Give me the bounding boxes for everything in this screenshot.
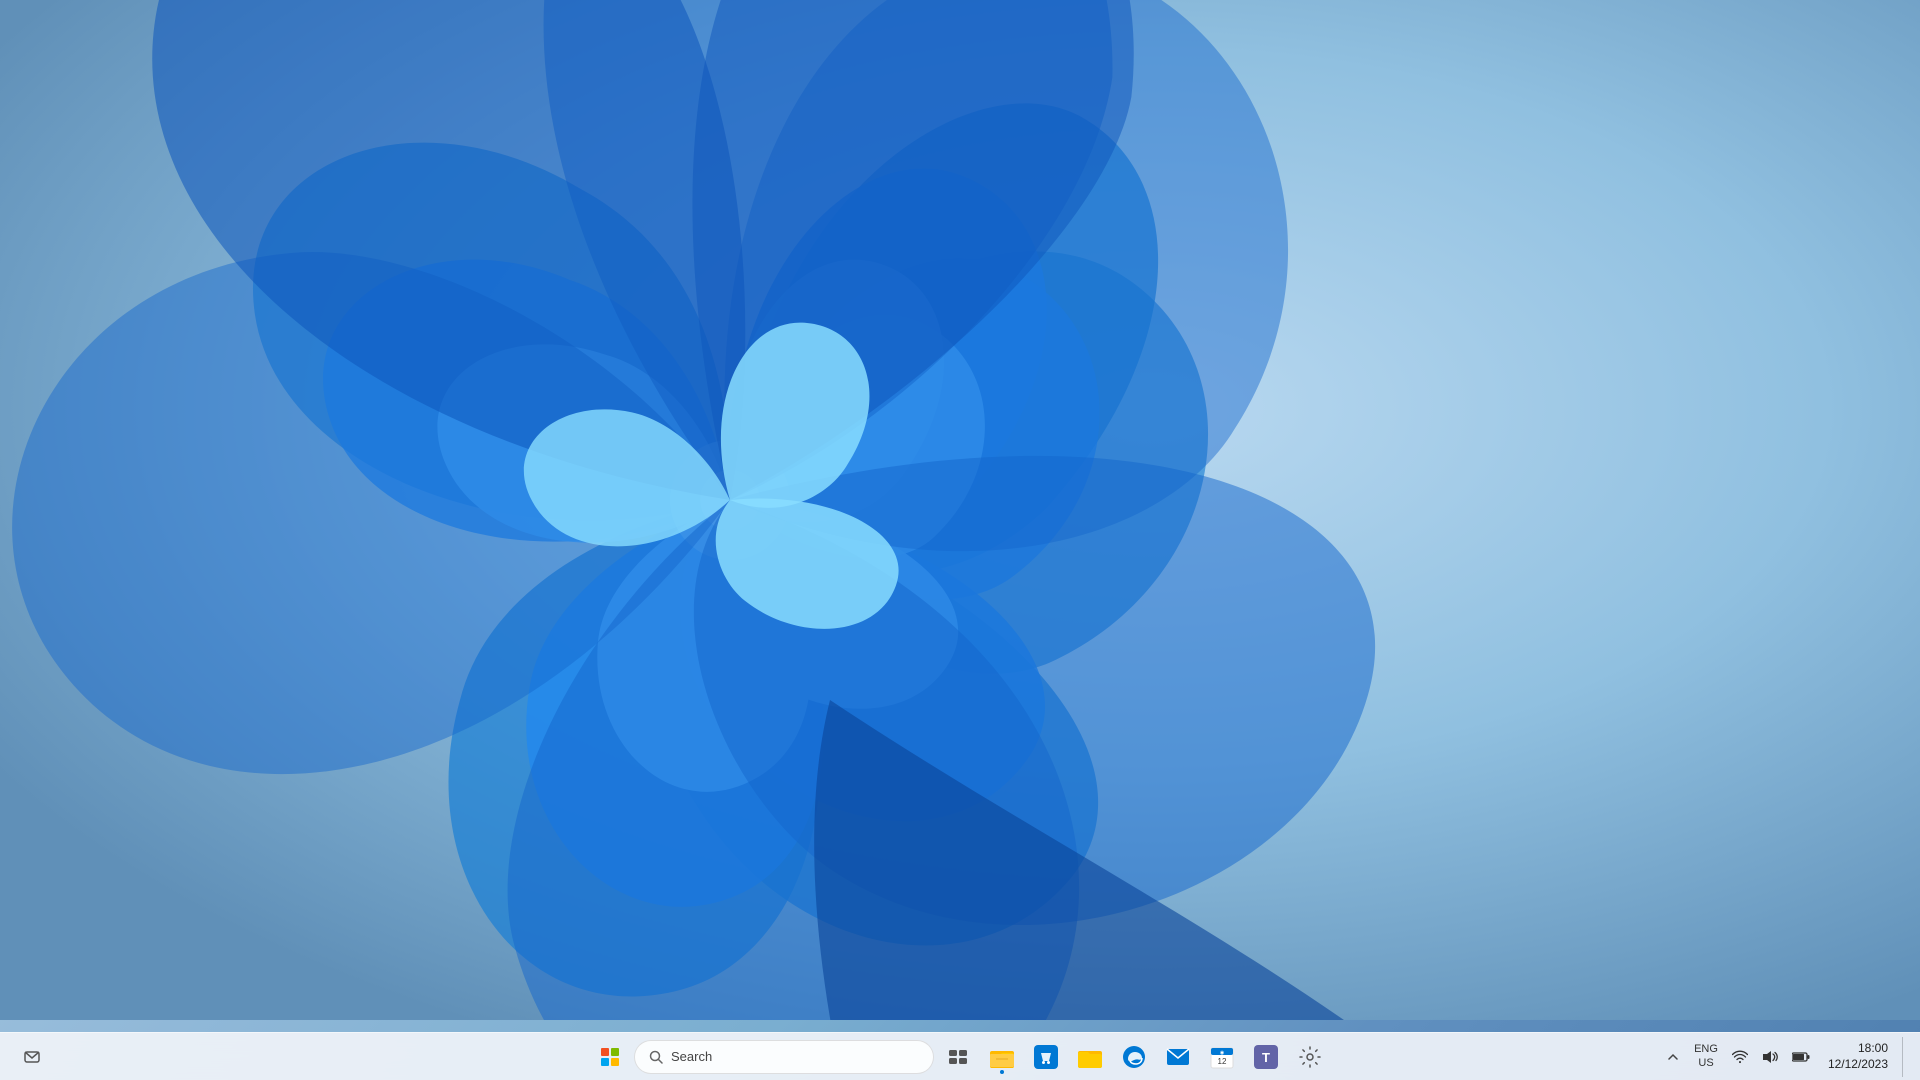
pinned-app-file-explorer[interactable] (982, 1037, 1022, 1077)
svg-text:◉: ◉ (1220, 1050, 1225, 1056)
clock-date: 12/12/2023 (1828, 1057, 1888, 1073)
battery-icon (1792, 1051, 1810, 1063)
volume-button[interactable] (1758, 1046, 1782, 1068)
pinned-app-store[interactable] (1026, 1037, 1066, 1077)
pinned-app-settings[interactable] (1290, 1037, 1330, 1077)
pinned-app-calendar[interactable]: ◉ 12 (1202, 1037, 1242, 1077)
battery-button[interactable] (1788, 1047, 1814, 1067)
language-indicator[interactable]: ENG US (1690, 1041, 1722, 1071)
task-view-icon (949, 1050, 967, 1064)
app-active-indicator (1000, 1070, 1004, 1074)
task-view-button[interactable] (938, 1037, 978, 1077)
wifi-button[interactable] (1728, 1046, 1752, 1068)
wifi-icon (1732, 1050, 1748, 1064)
clock-time: 18:00 (1858, 1041, 1888, 1057)
search-bar[interactable]: Search (634, 1040, 934, 1074)
region-code: US (1698, 1057, 1713, 1070)
pinned-app-mail[interactable] (1158, 1037, 1198, 1077)
taskbar: Search (0, 1032, 1920, 1080)
taskbar-right: ENG US (1664, 1037, 1908, 1077)
chevron-up-icon (1668, 1052, 1678, 1062)
clock-area[interactable]: 18:00 12/12/2023 (1822, 1039, 1894, 1074)
windows-logo (601, 1048, 619, 1066)
taskbar-center: Search (590, 1037, 1330, 1077)
search-icon (649, 1050, 663, 1064)
pinned-app-folder[interactable] (1070, 1037, 1110, 1077)
show-hidden-icons-button[interactable] (1664, 1048, 1682, 1066)
search-label: Search (671, 1049, 712, 1064)
notification-icon[interactable] (12, 1037, 52, 1077)
svg-text:T: T (1262, 1050, 1270, 1065)
pinned-app-edge[interactable] (1114, 1037, 1154, 1077)
wallpaper (0, 0, 1920, 1015)
taskbar-left (12, 1037, 52, 1077)
svg-text:12: 12 (1218, 1057, 1227, 1066)
pinned-app-teams[interactable]: T (1246, 1037, 1286, 1077)
volume-icon (1762, 1050, 1778, 1064)
language-code: ENG (1694, 1043, 1718, 1056)
show-desktop-button[interactable] (1902, 1037, 1908, 1077)
start-button[interactable] (590, 1037, 630, 1077)
system-tray: ENG US (1690, 1041, 1814, 1071)
desktop: Search (0, 0, 1920, 1080)
